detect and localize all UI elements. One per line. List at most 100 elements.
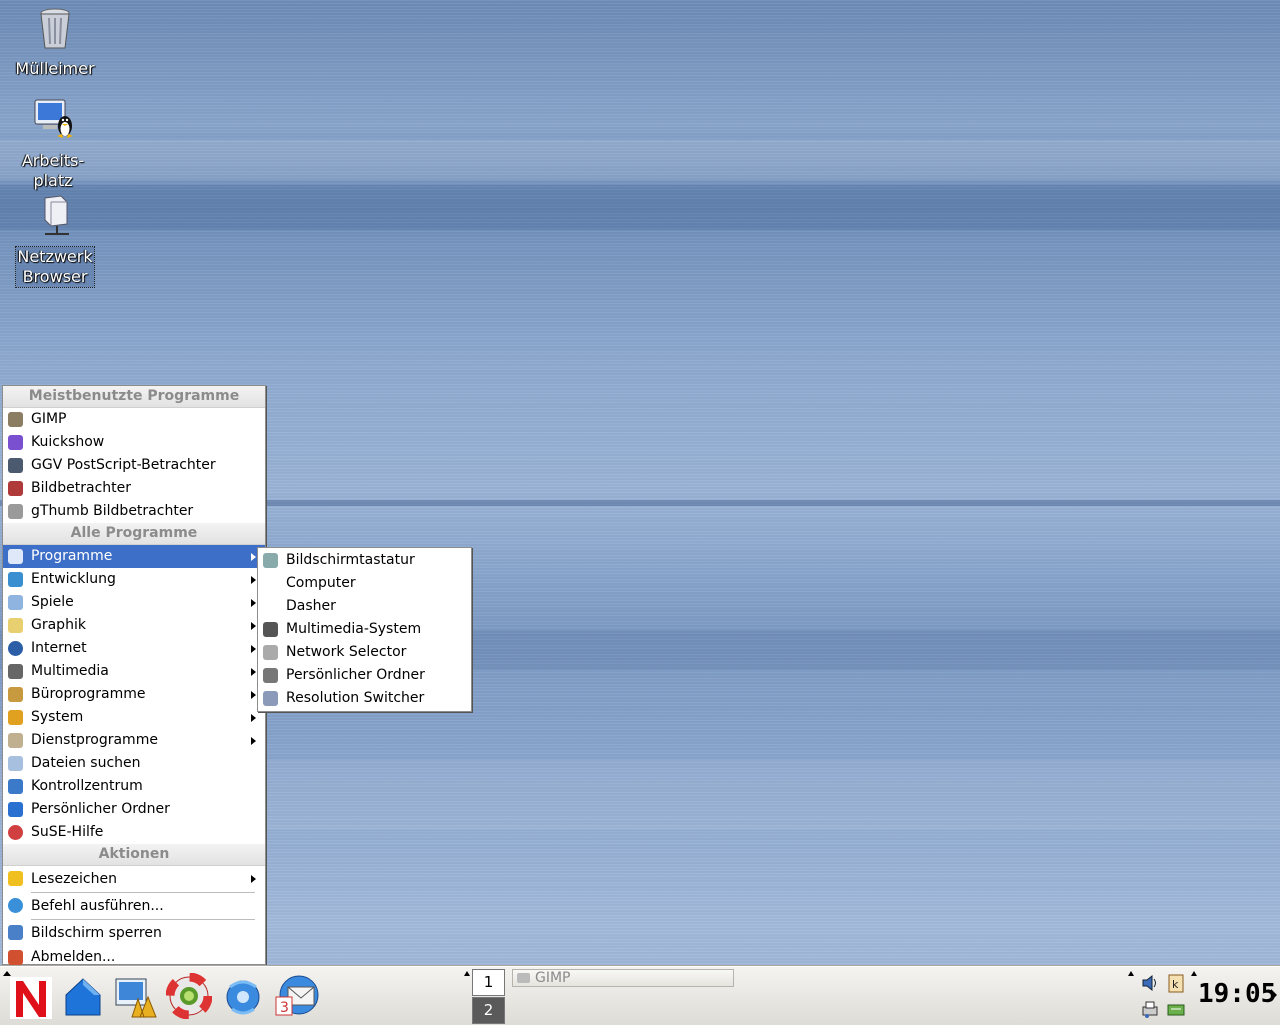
home-icon	[263, 668, 278, 683]
menu-item-bildbetrachter[interactable]: Bildbetrachter	[3, 477, 265, 500]
submenu-item-network-selector[interactable]: Network Selector	[258, 641, 471, 664]
menu-item-bildschirm-sperren[interactable]: Bildschirm sperren	[3, 920, 265, 946]
submenu-arrow-icon	[251, 737, 256, 745]
section-header-frequent: Meistbenutzte Programme	[3, 386, 265, 408]
menu-item-dienstprogramme[interactable]: Dienstprogramme	[3, 729, 265, 752]
gimp-icon	[517, 973, 530, 983]
submenu-arrow-icon	[251, 553, 256, 561]
submenu-arrow-icon	[251, 714, 256, 722]
menu-item-bueroprogramme[interactable]: Büroprogramme	[3, 683, 265, 706]
pager-handle-icon[interactable]	[464, 970, 470, 978]
launcher-help[interactable]	[165, 972, 213, 1020]
keyboard-icon	[263, 553, 278, 568]
menu-item-ggv[interactable]: GGV PostScript-Betrachter	[3, 454, 265, 477]
menu-item-gimp[interactable]: GIMP	[3, 408, 265, 431]
menu-item-kuickshow[interactable]: Kuickshow	[3, 431, 265, 454]
ggv-icon	[8, 458, 23, 473]
office-icon	[8, 687, 23, 702]
menu-item-kontrollzentrum[interactable]: Kontrollzentrum	[3, 775, 265, 798]
lock-icon	[8, 925, 23, 940]
clock[interactable]: 19:05	[1198, 979, 1276, 1009]
klipper-clipboard-icon[interactable]: k	[1166, 973, 1186, 993]
multimedia-system-icon	[263, 622, 278, 637]
konqueror-icon	[226, 980, 260, 1015]
desktop-icon-label: Mülleimer	[15, 59, 95, 78]
network-status-icon[interactable]	[1166, 999, 1186, 1019]
control-center-icon	[8, 779, 23, 794]
pager-desktop-2[interactable]: 2	[472, 997, 505, 1024]
trash-icon	[40, 8, 70, 49]
desktop-icon-label: Arbeits- platz	[21, 151, 85, 190]
menu-item-befehl-ausfuehren[interactable]: Befehl ausführen...	[3, 893, 265, 919]
launcher-home[interactable]	[60, 973, 106, 1019]
desktop-icon-network-browser[interactable]: Netzwerk Browser	[15, 192, 95, 288]
volume-icon[interactable]	[1140, 973, 1160, 993]
network-icon	[44, 195, 69, 235]
taskbar-task-gimp[interactable]: GIMP	[512, 969, 734, 987]
submenu-item-multimedia-system[interactable]: Multimedia-System	[258, 618, 471, 641]
menu-item-spiele[interactable]: Spiele	[3, 591, 265, 614]
submenu-item-computer[interactable]: Computer	[258, 572, 471, 595]
logout-icon	[8, 950, 23, 965]
menu-item-entwicklung[interactable]: Entwicklung	[3, 568, 265, 591]
svg-text:k: k	[1172, 978, 1179, 991]
menu-item-lesezeichen[interactable]: Lesezeichen	[3, 866, 265, 892]
submenu-item-resolution-switcher[interactable]: Resolution Switcher	[258, 687, 471, 710]
submenu-item-dasher[interactable]: Dasher	[258, 595, 471, 618]
submenu-programme: Bildschirmtastatur Computer Dasher Multi…	[257, 547, 472, 712]
desktop-icon-trash[interactable]: Mülleimer	[15, 4, 95, 79]
desktop-icon-label: Netzwerk Browser	[15, 246, 95, 288]
home-icon	[65, 978, 101, 1016]
multimedia-icon	[8, 664, 23, 679]
panel-hide-right-arrow-icon[interactable]	[1270, 989, 1278, 1001]
section-header-actions: Aktionen	[3, 844, 265, 866]
network-selector-icon	[263, 645, 278, 660]
kontact-mail-icon: 3	[275, 975, 319, 1016]
home-folder-icon	[8, 802, 23, 817]
launcher-kontact[interactable]: 3	[274, 973, 320, 1019]
pager-desktop-1[interactable]: 1	[472, 969, 505, 996]
desktop-icon-computer[interactable]: Arbeits- platz	[13, 96, 93, 191]
help-lifebuoy-icon	[165, 972, 213, 1020]
submenu-arrow-icon	[251, 576, 256, 584]
menu-item-multimedia[interactable]: Multimedia	[3, 660, 265, 683]
computer-icon	[34, 99, 73, 138]
kuickshow-icon	[8, 435, 23, 450]
menu-item-dateien-suchen[interactable]: Dateien suchen	[3, 752, 265, 775]
gthumb-icon	[8, 504, 23, 519]
clock-handle-icon[interactable]	[1191, 970, 1197, 978]
control-center-icon	[115, 978, 157, 1018]
tray-handle-icon[interactable]	[1128, 970, 1134, 978]
submenu-arrow-icon	[251, 691, 256, 699]
menu-item-graphik[interactable]: Graphik	[3, 614, 265, 637]
resolution-switcher-icon	[263, 691, 278, 706]
kde-start-icon	[10, 977, 52, 1019]
svg-text:3: 3	[280, 1000, 289, 1016]
submenu-arrow-icon	[251, 645, 256, 653]
launcher-konqueror[interactable]	[220, 973, 266, 1019]
menu-item-internet[interactable]: Internet	[3, 637, 265, 660]
graphics-icon	[8, 618, 23, 633]
start-menu: Meistbenutzte Programme GIMP Kuickshow G…	[2, 385, 266, 965]
printer-icon[interactable]	[1140, 999, 1160, 1019]
gimp-icon	[8, 412, 23, 427]
programme-icon	[8, 549, 23, 564]
menu-item-gthumb[interactable]: gThumb Bildbetrachter	[3, 500, 265, 523]
submenu-item-persoenlicher-ordner[interactable]: Persönlicher Ordner	[258, 664, 471, 687]
section-header-all: Alle Programme	[3, 523, 265, 545]
menu-item-programme[interactable]: Programme	[3, 545, 265, 568]
submenu-item-bildschirmtastatur[interactable]: Bildschirmtastatur	[258, 549, 471, 572]
menu-item-system[interactable]: System	[3, 706, 265, 729]
menu-item-suse-hilfe[interactable]: SuSE-Hilfe	[3, 821, 265, 844]
development-icon	[8, 572, 23, 587]
games-icon	[8, 595, 23, 610]
submenu-arrow-icon	[251, 599, 256, 607]
launcher-control-center[interactable]	[112, 973, 158, 1019]
run-command-icon	[8, 898, 23, 913]
utilities-icon	[8, 733, 23, 748]
find-files-icon	[8, 756, 23, 771]
kde-start-button[interactable]	[8, 973, 54, 1019]
internet-icon	[8, 641, 23, 656]
menu-item-persoenlicher-ordner[interactable]: Persönlicher Ordner	[3, 798, 265, 821]
help-icon	[8, 825, 23, 840]
